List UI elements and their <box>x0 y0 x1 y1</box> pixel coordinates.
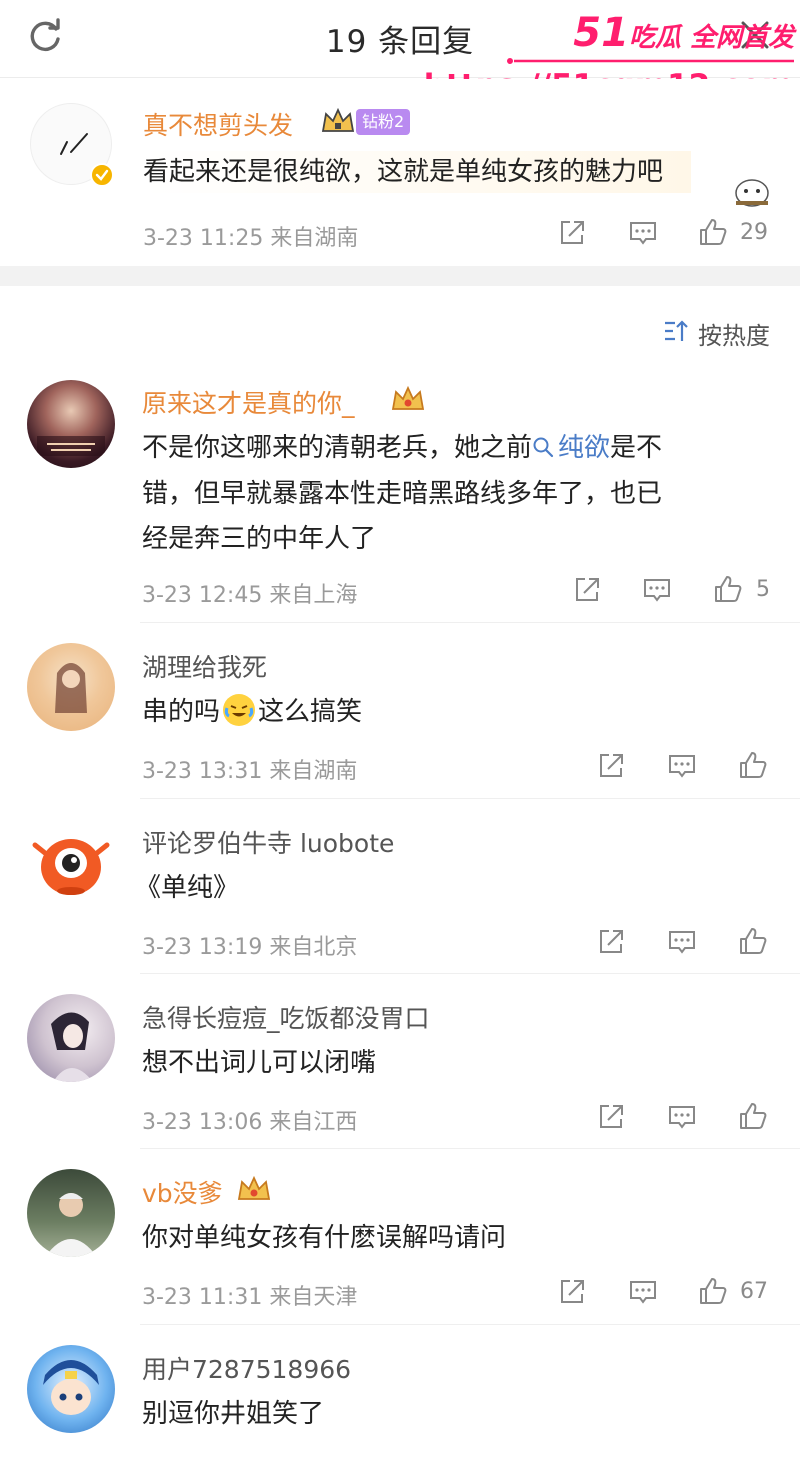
reply-text-line-1: 不是你这哪来的清朝老兵，她之前 纯欲是不 <box>142 433 663 463</box>
share-icon[interactable] <box>596 927 626 957</box>
avatar[interactable] <box>27 1169 115 1257</box>
comment-icon[interactable] <box>667 751 697 781</box>
like-icon[interactable] <box>738 750 768 780</box>
list-item: 用户7287518966 别逗你井姐笑了 <box>0 1325 800 1464</box>
verified-badge-icon <box>90 163 114 187</box>
share-icon[interactable] <box>596 1102 626 1132</box>
watermark-underline <box>507 58 794 64</box>
comment-icon[interactable] <box>667 1102 697 1132</box>
reply-text: 想不出词儿可以闭嘴 <box>142 1048 377 1078</box>
like-icon[interactable] <box>713 574 743 604</box>
sort-icon[interactable] <box>663 319 689 343</box>
share-icon[interactable] <box>596 751 626 781</box>
comment-icon[interactable] <box>628 1277 658 1307</box>
crown-icon <box>237 1175 271 1200</box>
like-icon[interactable] <box>738 1101 768 1131</box>
comment-icon[interactable] <box>642 575 672 605</box>
reply-username[interactable]: 原来这才是真的你_ <box>142 384 355 420</box>
avatar[interactable] <box>27 994 115 1082</box>
reply-text-line-3: 经是奔三的中年人了 <box>142 524 377 554</box>
share-icon[interactable] <box>572 575 602 605</box>
share-icon[interactable] <box>557 1277 587 1307</box>
sticker-icon <box>735 179 769 207</box>
comment-time: 3-23 11:25 来自湖南 <box>143 226 359 251</box>
list-item: 急得长痘痘_吃饭都没胃口 想不出词儿可以闭嘴 3-23 13:06 来自江西 <box>0 974 800 1149</box>
comment-icon[interactable] <box>628 218 658 248</box>
avatar[interactable] <box>27 380 115 468</box>
comment-username[interactable]: 真不想剪头发 <box>143 106 293 142</box>
like-count: 67 <box>740 1279 768 1304</box>
reply-username[interactable]: 用户7287518966 <box>142 1350 351 1386</box>
like-icon[interactable] <box>698 1276 728 1306</box>
like-count: 5 <box>756 577 770 602</box>
list-item: 原来这才是真的你_ 不是你这哪来的清朝老兵，她之前 纯欲是不 错，但早就暴露本性走… <box>0 360 800 623</box>
comment-icon[interactable] <box>667 927 697 957</box>
reply-username[interactable]: 湖理给我死 <box>142 648 267 684</box>
list-item: 湖理给我死 串的吗 这么搞笑 3-23 13:31 来自湖南 <box>0 623 800 799</box>
like-count: 29 <box>740 220 768 245</box>
reply-username[interactable]: 评论罗伯牛寺 luobote <box>142 824 394 860</box>
comment-text: 看起来还是很纯欲，这就是单纯女孩的魅力吧 <box>143 151 692 193</box>
reply-text-line-2: 错，但早就暴露本性走暗黑路线多年了，也已 <box>142 479 663 509</box>
reply-text: 串的吗 这么搞笑 <box>142 691 362 733</box>
like-icon[interactable] <box>698 217 728 247</box>
sort-hot-button[interactable]: 按热度 <box>698 316 770 351</box>
reply-username[interactable]: vb没爹 <box>142 1174 223 1210</box>
fan-badge: 钻粉2 <box>356 109 411 135</box>
crown-icon <box>321 107 355 132</box>
reply-text: 《单纯》 <box>135 873 240 903</box>
avatar[interactable] <box>27 643 115 731</box>
topic-link[interactable]: 纯欲 <box>558 433 610 463</box>
list-item: 评论罗伯牛寺 luobote 《单纯》 3-23 13:19 来自北京 <box>0 799 800 974</box>
search-icon <box>533 437 554 458</box>
reply-time: 3-23 11:31 来自天津 <box>142 1285 358 1310</box>
reply-time: 3-23 13:06 来自江西 <box>142 1110 358 1135</box>
avatar[interactable] <box>27 819 115 907</box>
section-divider <box>0 266 800 286</box>
watermark-brand: 51吃瓜 全网首发 <box>573 10 794 56</box>
avatar[interactable] <box>27 1345 115 1433</box>
reply-text: 你对单纯女孩有什麽误解吗请问 <box>142 1223 507 1253</box>
reply-time: 3-23 13:19 来自北京 <box>142 935 358 960</box>
laugh-cry-emoji-icon <box>223 694 256 726</box>
list-item: vb没爹 你对单纯女孩有什麽误解吗请问 3-23 11:31 来自天津 67 <box>0 1149 800 1325</box>
sort-bar: 按热度 <box>0 286 800 360</box>
reply-time: 3-23 13:31 来自湖南 <box>142 759 358 784</box>
reply-time: 3-23 12:45 来自上海 <box>142 583 358 608</box>
reply-text: 别逗你井姐笑了 <box>142 1399 325 1429</box>
reply-username[interactable]: 急得长痘痘_吃饭都没胃口 <box>142 999 430 1035</box>
share-icon[interactable] <box>557 218 587 248</box>
like-icon[interactable] <box>738 926 768 956</box>
main-comment: 真不想剪头发 钻粉2 看起来还是很纯欲，这就是单纯女孩的魅力吧 3-23 11:… <box>0 79 800 266</box>
crown-icon <box>391 385 425 410</box>
